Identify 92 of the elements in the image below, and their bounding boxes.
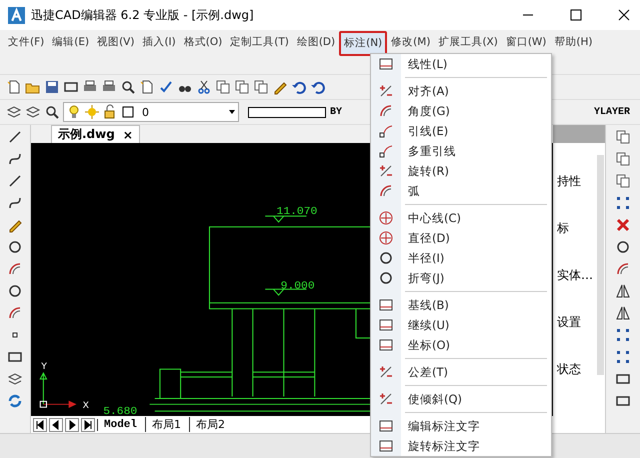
layer-state-icon[interactable]: [25, 104, 41, 120]
layer-dropdown[interactable]: 0: [63, 102, 239, 122]
delete-icon[interactable]: [615, 217, 631, 233]
spell-check-icon[interactable]: [158, 79, 174, 95]
line-icon[interactable]: [7, 129, 23, 145]
menu-option[interactable]: 旋转(R): [371, 161, 551, 181]
property-label: 设置: [556, 314, 582, 331]
menu-option[interactable]: 引线(E): [371, 121, 551, 141]
menu-option[interactable]: 编辑标注文字: [371, 416, 551, 436]
close-icon[interactable]: [618, 9, 630, 21]
spline-icon[interactable]: [7, 195, 23, 211]
scrollbar[interactable]: [597, 155, 604, 375]
menu-item[interactable]: 修改(M): [387, 31, 434, 54]
preview-icon[interactable]: [120, 79, 136, 95]
tolerance-icon: [378, 364, 394, 380]
leader-icon: [378, 123, 394, 139]
caret-icon: [228, 108, 236, 116]
axis-label: Y: [41, 362, 47, 372]
menu-item[interactable]: 视图(V): [93, 31, 138, 54]
first-page-icon[interactable]: [33, 418, 47, 432]
layer-name: 0: [142, 106, 150, 118]
panel-header: [553, 125, 605, 143]
property-label: 实体…: [556, 267, 594, 284]
ucs-axis-icon: [40, 372, 77, 408]
menu-option[interactable]: 角度(G): [371, 101, 551, 121]
document-tab-label: 示例.dwg: [58, 126, 115, 143]
menu-item[interactable]: 标注(N): [339, 31, 388, 56]
document-tab[interactable]: 示例.dwg ×: [51, 125, 140, 143]
linear-dimension-icon: [378, 56, 394, 72]
move-icon[interactable]: [615, 195, 631, 211]
refresh-icon[interactable]: [7, 393, 23, 409]
lineweight-name: YLAYER: [594, 106, 630, 118]
linetype-name: BY: [330, 106, 342, 118]
property-label: 持性: [556, 173, 582, 190]
layer-search-icon[interactable]: [44, 104, 60, 120]
layout-tab[interactable]: Model: [97, 418, 144, 430]
menu-option[interactable]: 中心线(C): [371, 208, 551, 228]
new-file-icon[interactable]: [6, 79, 22, 95]
polyline-icon[interactable]: [7, 151, 23, 167]
menu-option[interactable]: 弧: [371, 181, 551, 201]
axis-label: X: [82, 401, 89, 412]
sun-icon: [84, 104, 100, 120]
menu-item[interactable]: 格式(O): [180, 31, 226, 54]
menu-option[interactable]: 基线(B): [371, 295, 551, 315]
previous-icon[interactable]: [49, 418, 63, 432]
menu-option[interactable]: 继续(U): [371, 315, 551, 335]
property-label: 标: [556, 220, 570, 237]
elevation-label: 9.000: [280, 280, 315, 292]
menu-option[interactable]: 多重引线: [371, 141, 551, 161]
multileader-icon: [378, 143, 394, 159]
next-icon[interactable]: [65, 418, 79, 432]
property-label: 状态: [556, 361, 582, 378]
layers-icon[interactable]: [6, 104, 22, 120]
copy-icon[interactable]: [615, 129, 631, 145]
undo-icon[interactable]: [291, 79, 307, 95]
linetype-dropdown[interactable]: BY: [248, 106, 342, 118]
elevation-label: 11.070: [276, 206, 318, 218]
continue-icon: [378, 317, 394, 333]
menu-item[interactable]: 编辑(E): [48, 31, 94, 54]
menu-option[interactable]: 旋转标注文字: [371, 436, 551, 456]
menu-item[interactable]: 插入(I): [138, 31, 180, 54]
menu-option[interactable]: 坐标(O): [371, 335, 551, 355]
menu-option[interactable]: 线性(L): [371, 54, 551, 74]
app-logo-icon: [8, 6, 25, 24]
maximize-icon[interactable]: [570, 9, 582, 21]
copy-icon[interactable]: [215, 79, 231, 95]
last-page-icon[interactable]: [81, 418, 95, 432]
menu-option[interactable]: 对齐(A): [371, 81, 551, 101]
elevation-label: 5.680: [103, 406, 138, 416]
menu-option[interactable]: 直径(D): [371, 228, 551, 248]
window-title: 迅捷CAD编辑器 6.2 专业版 - [示例.dwg]: [31, 6, 254, 24]
scissors-icon[interactable]: [196, 79, 212, 95]
menu-item[interactable]: 绘图(D): [292, 31, 340, 54]
close-tab-button[interactable]: ×: [122, 128, 133, 142]
layout-tab[interactable]: 布局2: [189, 417, 232, 432]
mirror-copy-icon[interactable]: [615, 305, 631, 321]
menu-item[interactable]: 文件(F): [4, 31, 48, 54]
menu-option[interactable]: 公差(T): [371, 362, 551, 382]
centerline-icon: [378, 210, 394, 226]
layout-tab[interactable]: 布局1: [145, 417, 188, 432]
document-icon[interactable]: [139, 79, 155, 95]
color-swatch-icon: [120, 104, 136, 120]
menu-option[interactable]: 使倾斜(Q): [371, 389, 551, 409]
menu-item[interactable]: 定制工具(T): [226, 31, 293, 54]
menu-item[interactable]: 扩展工具(X): [434, 31, 502, 54]
diameter-icon: [378, 230, 394, 246]
menu-option[interactable]: 折弯(J): [371, 268, 551, 288]
menu-item[interactable]: 窗口(W): [502, 31, 550, 54]
menu-option[interactable]: 半径(I): [371, 248, 551, 268]
menu-item[interactable]: 帮助(H): [550, 31, 596, 54]
mirror-icon[interactable]: [615, 283, 631, 299]
baseline-icon: [378, 297, 394, 313]
